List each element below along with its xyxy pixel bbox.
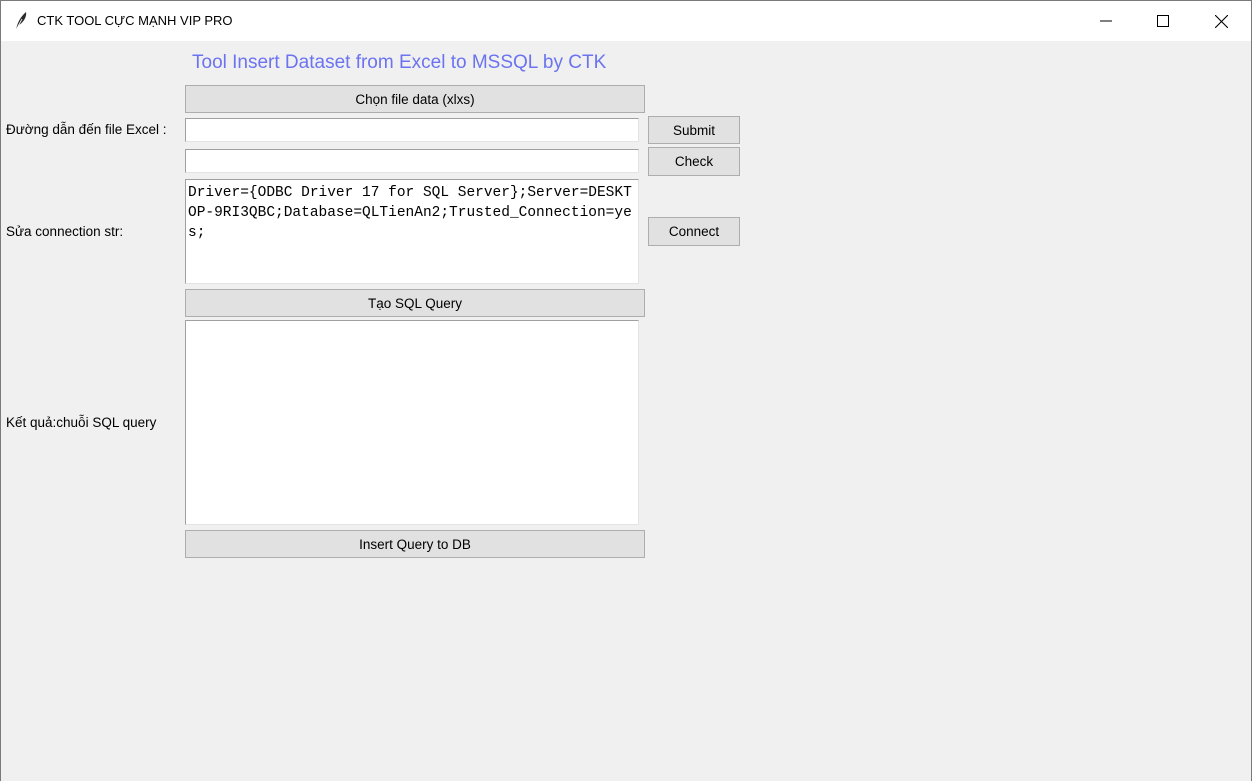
title-bar[interactable]: CTK TOOL CỰC MẠNH VIP PRO: [1, 0, 1251, 41]
maximize-button[interactable]: [1134, 1, 1192, 41]
minimize-icon: [1100, 15, 1112, 27]
sql-result-label: Kết quả:chuỗi SQL query: [6, 415, 157, 430]
excel-path-input[interactable]: [185, 118, 639, 142]
app-header-title: Tool Insert Dataset from Excel to MSSQL …: [192, 52, 607, 73]
close-button[interactable]: [1192, 1, 1250, 41]
feather-icon: [13, 11, 29, 31]
maximize-icon: [1157, 15, 1169, 27]
submit-button[interactable]: Submit: [648, 116, 740, 144]
minimize-button[interactable]: [1077, 1, 1135, 41]
connection-string-textarea[interactable]: Driver={ODBC Driver 17 for SQL Server};S…: [185, 179, 639, 284]
check-button[interactable]: Check: [648, 147, 740, 176]
choose-file-button[interactable]: Chọn file data (xlxs): [185, 85, 645, 113]
app-window: CTK TOOL CỰC MẠNH VIP PRO Tool Insert Da…: [0, 0, 1252, 781]
connection-string-label: Sửa connection str:: [6, 224, 124, 239]
excel-path-label: Đường dẫn đến file Excel :: [6, 122, 167, 137]
check-input[interactable]: [185, 149, 639, 173]
window-title: CTK TOOL CỰC MẠNH VIP PRO: [37, 13, 233, 28]
close-icon: [1214, 14, 1228, 28]
create-sql-query-button[interactable]: Tạo SQL Query: [185, 289, 645, 317]
insert-query-button[interactable]: Insert Query to DB: [185, 530, 645, 558]
connect-button[interactable]: Connect: [648, 217, 740, 246]
sql-result-textarea[interactable]: [185, 320, 639, 525]
